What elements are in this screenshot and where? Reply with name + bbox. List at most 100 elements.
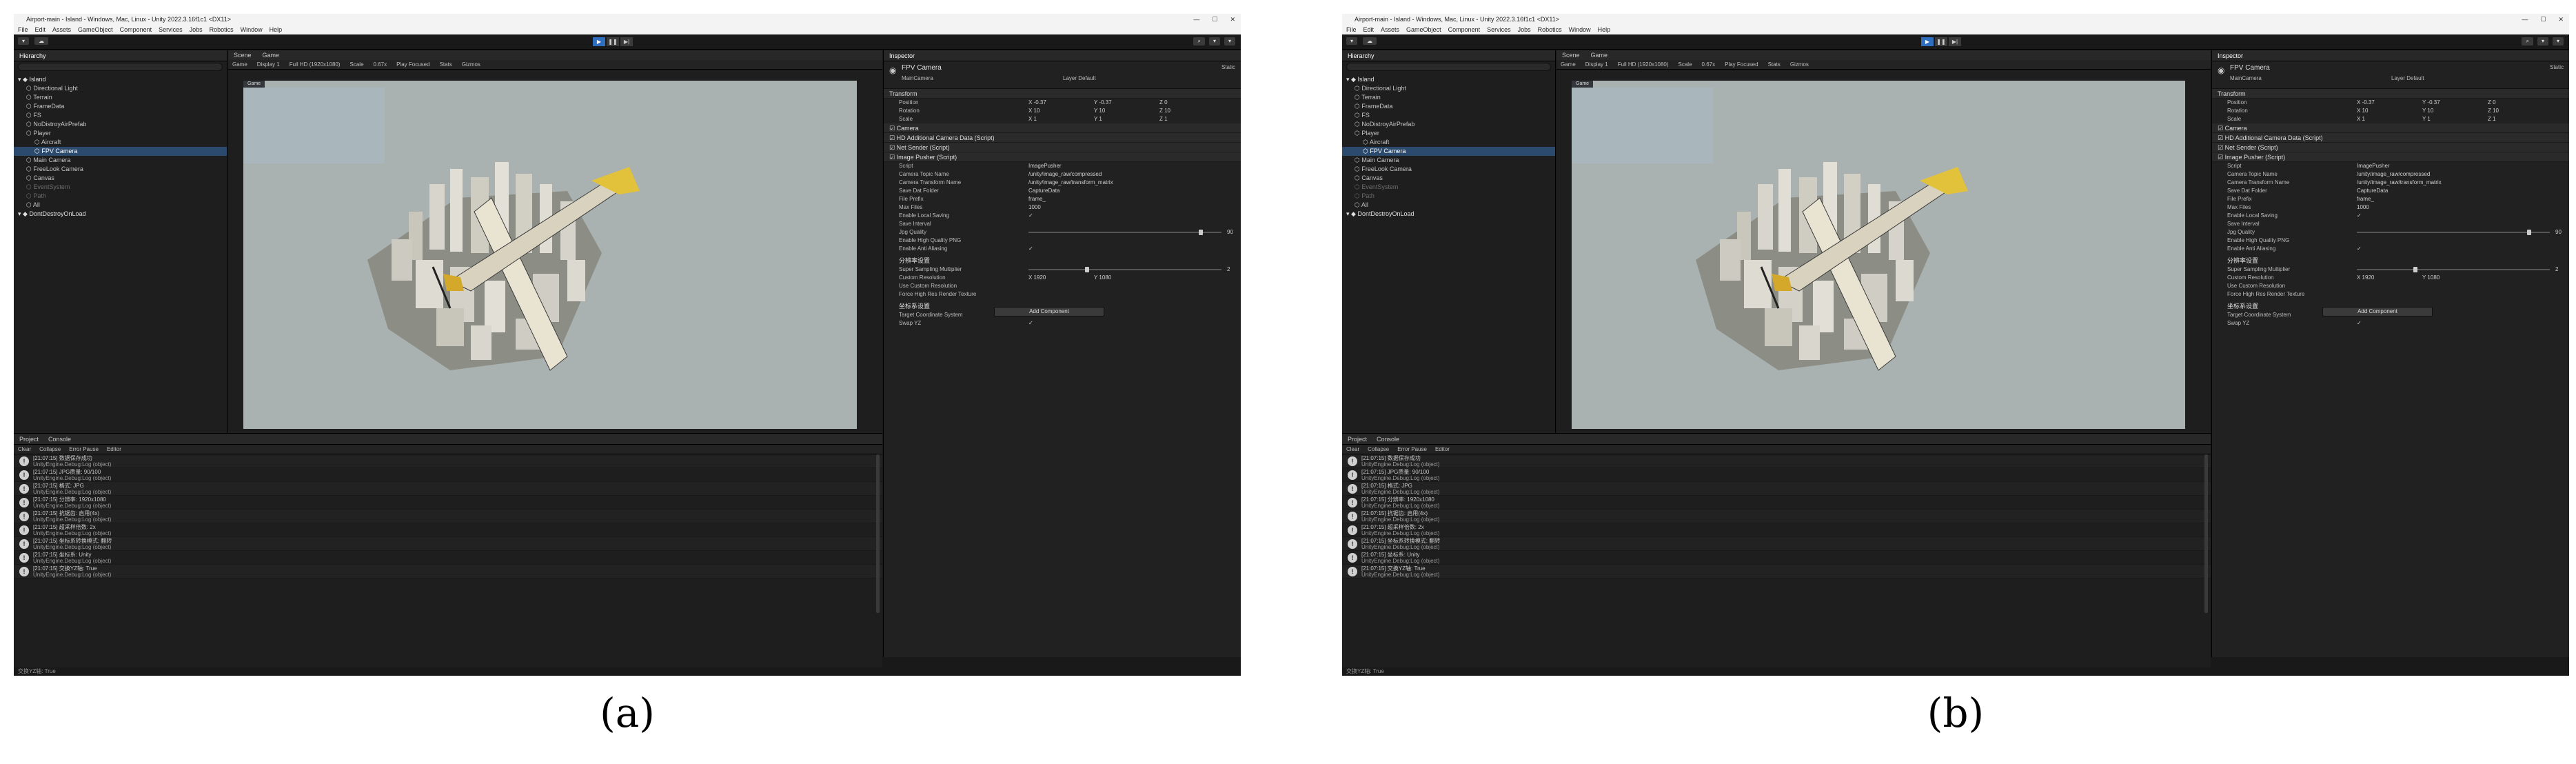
menu-item[interactable]: Console [1377, 434, 1399, 444]
console-log-entry[interactable]: ! [21:07:15] 坐标系转换模式: 翻转 UnityEngine.Debug… [14, 537, 882, 551]
transform-x-field[interactable]: X 10 [2357, 107, 2368, 115]
menu-item[interactable]: Clear [1346, 445, 1359, 454]
console-log-entry[interactable]: ! [21:07:15] 交换YZ轴: True UnityEngine.Debug… [1342, 565, 2211, 579]
object-name-field[interactable]: FPV Camera [902, 64, 942, 72]
slider-knob[interactable] [1085, 267, 1090, 272]
console-log-entry[interactable]: ! [21:07:15] 数据保存成功 UnityEngine.Debug:Log … [14, 454, 882, 468]
menu-item[interactable]: Error Pause [1397, 445, 1427, 454]
checkbox-icon[interactable]: ☑ [889, 154, 897, 161]
layout-dropdown[interactable]: ▾ [2552, 37, 2564, 46]
step-button[interactable]: ▶| [620, 37, 633, 46]
menu-item[interactable]: File [18, 25, 28, 34]
property-value[interactable]: /unity/image_raw/compressed [1028, 170, 1102, 179]
game-viewport[interactable]: Game [243, 81, 857, 429]
transform-y-field[interactable]: Y 1 [2422, 115, 2431, 123]
hierarchy-item[interactable]: ⬡ Canvas [1342, 174, 1555, 183]
hierarchy-item[interactable]: ⬡ Aircraft [14, 138, 227, 147]
hierarchy-item[interactable]: ⬡ All [14, 201, 227, 210]
component-header[interactable]: ☑ HD Additional Camera Data (Script) [2212, 133, 2569, 143]
menu-item[interactable]: GameObject [1406, 25, 1441, 34]
hierarchy-item[interactable]: ⬡ Canvas [14, 174, 227, 183]
console-log-entry[interactable]: ! [21:07:15] 格式: JPG UnityEngine.Debug:Log… [1342, 482, 2211, 496]
play-button[interactable]: ▶ [1921, 37, 1934, 46]
transform-x-field[interactable]: X -0.37 [1028, 99, 1046, 107]
resolution-y-field[interactable]: Y 1080 [2422, 274, 2440, 282]
menu-item[interactable]: Game [1591, 50, 1608, 60]
pause-button[interactable]: ❚❚ [1935, 37, 1947, 46]
hierarchy-item[interactable]: ▾ ◆ Island [14, 75, 227, 84]
menu-item[interactable]: 0.67x [1702, 60, 1716, 69]
transform-z-field[interactable]: Z 0 [1159, 99, 1168, 107]
hierarchy-item[interactable]: ⬡ NoDistroyAirPrefab [14, 120, 227, 129]
menu-item[interactable]: Stats [1768, 60, 1781, 69]
transform-y-field[interactable]: Y -0.37 [1094, 99, 1112, 107]
transform-z-field[interactable]: Z 10 [2488, 107, 2499, 115]
hierarchy-item[interactable]: ⬡ Path [14, 192, 227, 201]
close-icon[interactable]: ✕ [2558, 14, 2564, 25]
hierarchy-item[interactable]: ⬡ FPV Camera [1342, 147, 1555, 156]
search-icon[interactable]: ⌕ [2522, 37, 2533, 46]
menu-item[interactable]: Assets [1381, 25, 1399, 34]
account-button[interactable]: ▾ [1346, 37, 1358, 45]
hierarchy-item[interactable]: ⬡ Aircraft [1342, 138, 1555, 147]
console-log-entry[interactable]: ! [21:07:15] 坐标系: Unity UnityEngine.Debug:… [1342, 551, 2211, 565]
hierarchy-item[interactable]: ▾ ◆ DontDestroyOnLoad [14, 210, 227, 219]
property-value[interactable]: 1000 [2357, 203, 2369, 212]
menu-item[interactable]: Robotics [1538, 25, 1562, 34]
property-row[interactable]: Swap YZ ✓ [2212, 319, 2569, 328]
hierarchy-item[interactable]: ⬡ Main Camera [1342, 156, 1555, 165]
property-row[interactable]: Save Dat Folder CaptureData [884, 187, 1241, 195]
property-value[interactable]: ✓ [2357, 319, 2362, 328]
menu-item[interactable]: Editor [1435, 445, 1450, 454]
super-sampling-slider-row[interactable]: Super Sampling Multiplier 2 [884, 265, 1241, 274]
menu-item[interactable]: Component [120, 25, 152, 34]
property-value[interactable]: ✓ [2357, 212, 2362, 220]
property-value[interactable]: ImagePusher [1028, 162, 1062, 170]
menu-item[interactable]: Help [1598, 25, 1611, 34]
minimize-icon[interactable]: — [2522, 14, 2528, 25]
hierarchy-item[interactable]: ⬡ Player [1342, 129, 1555, 138]
console-log-entry[interactable]: ! [21:07:15] 坐标系转换模式: 翻转 UnityEngine.Debug… [1342, 537, 2211, 551]
menu-item[interactable]: Edit [35, 25, 46, 34]
menu-item[interactable]: Display 1 [1585, 60, 1608, 69]
checkbox-icon[interactable]: ☑ [889, 144, 897, 151]
pause-button[interactable]: ❚❚ [607, 37, 619, 46]
menu-item[interactable]: Robotics [210, 25, 234, 34]
transform-z-field[interactable]: Z 1 [2488, 115, 2496, 123]
super-sampling-slider-row[interactable]: Super Sampling Multiplier 2 [2212, 265, 2569, 274]
slider-track[interactable] [2357, 230, 2550, 235]
cloud-icon[interactable]: ☁ [34, 37, 49, 45]
hierarchy-item[interactable]: ⬡ FreeLook Camera [1342, 165, 1555, 174]
hierarchy-item[interactable]: ⬡ NoDistroyAirPrefab [1342, 120, 1555, 129]
menu-item[interactable]: Play Focused [396, 60, 429, 69]
hierarchy-item[interactable]: ▾ ◆ DontDestroyOnLoad [1342, 210, 1555, 219]
component-header[interactable]: ☑ Net Sender (Script) [884, 143, 1241, 152]
hierarchy-item[interactable]: ⬡ Terrain [14, 93, 227, 102]
menu-item[interactable]: Stats [440, 60, 452, 69]
transform-x-field[interactable]: X 1 [1028, 115, 1037, 123]
property-value[interactable]: ImagePusher [2357, 162, 2390, 170]
slider-knob[interactable] [2526, 230, 2531, 235]
layers-dropdown[interactable]: ▾ [1208, 37, 1220, 46]
transform-x-field[interactable]: X 1 [2357, 115, 2365, 123]
cloud-icon[interactable]: ☁ [1363, 37, 1377, 45]
property-row[interactable]: File Prefix frame_ [2212, 195, 2569, 203]
hierarchy-item[interactable]: ⬡ FS [1342, 111, 1555, 120]
property-row[interactable]: Enable Anti Aliasing ✓ [884, 245, 1241, 253]
property-row[interactable]: Force High Res Render Texture [2212, 290, 2569, 299]
property-row[interactable]: Script ImagePusher [2212, 162, 2569, 170]
hierarchy-item[interactable]: ⬡ EventSystem [1342, 183, 1555, 192]
component-header[interactable]: ☑ Image Pusher (Script) [884, 152, 1241, 162]
property-row[interactable]: Camera Topic Name/unity/image_raw/compre… [884, 170, 1241, 179]
console-scrollbar[interactable] [876, 454, 880, 613]
menu-item[interactable]: Gizmos [462, 60, 480, 69]
tab-inspector[interactable]: Inspector [2218, 50, 2243, 61]
custom-resolution-row[interactable]: Custom Resolution X 1920 Y 1080 [884, 274, 1241, 282]
property-row[interactable]: Camera Transform Name/unity/image_raw/tr… [2212, 179, 2569, 187]
hierarchy-item[interactable]: ⬡ FS [14, 111, 227, 120]
static-toggle[interactable]: Static [1221, 64, 1235, 70]
tab-inspector[interactable]: Inspector [889, 50, 915, 61]
property-row[interactable]: Enable Local Saving ✓ [884, 212, 1241, 220]
menu-item[interactable]: Full HD (1920x1080) [1618, 60, 1669, 69]
property-row[interactable]: Max Files 1000 [2212, 203, 2569, 212]
